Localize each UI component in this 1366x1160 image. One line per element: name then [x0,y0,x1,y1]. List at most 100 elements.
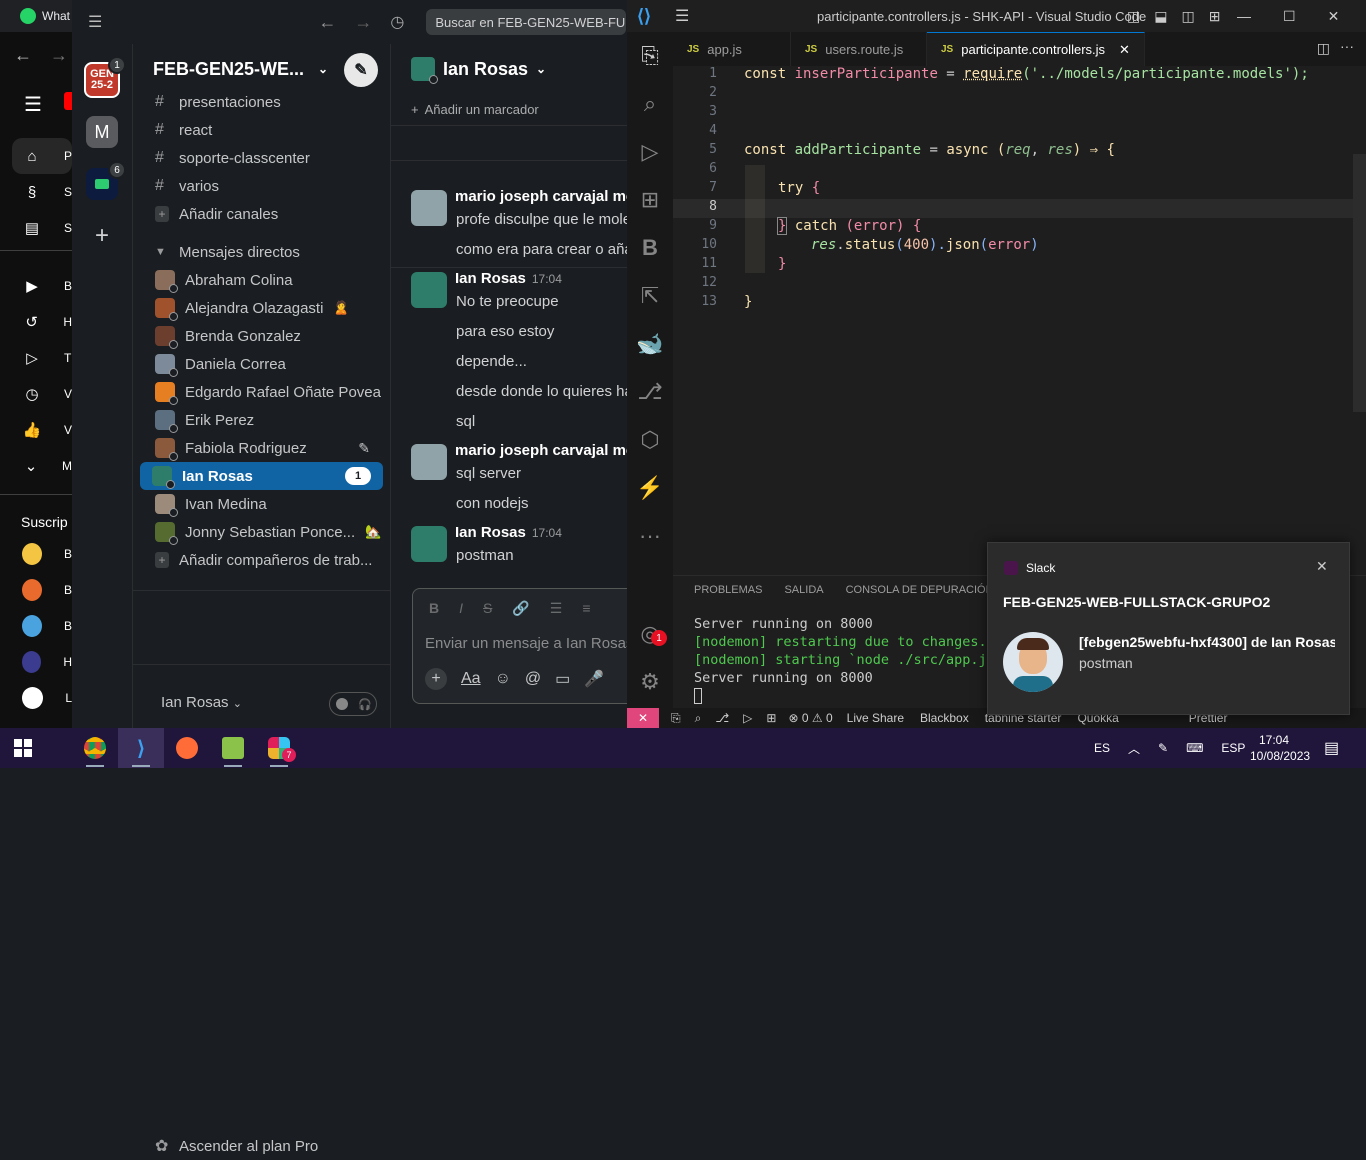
slack-app[interactable]: 7 [256,728,302,768]
close-icon[interactable]: ✕ [1328,8,1340,25]
chat-header[interactable]: Ian Rosas ⌄ [391,44,627,94]
italic-icon[interactable]: I [459,600,463,617]
explorer-icon[interactable]: ⎘ [627,32,673,80]
tab-participante-controllers[interactable]: JS participante.controllers.js ✕ [927,32,1145,66]
subscription-item[interactable]: L [0,680,72,716]
plus-icon[interactable]: + [425,668,447,690]
dm-item[interactable]: Jonny Sebastian Ponce... 🏡 [133,518,390,546]
workspace-header[interactable]: FEB-GEN25-WE... ⌄ ✎ [133,44,390,94]
keyboard-icon[interactable]: ⌨ [1186,741,1203,755]
yt-history[interactable]: ↺ H [0,304,72,340]
dm-section-header[interactable]: ▼ Mensajes directos [133,238,390,266]
settings-gear-icon[interactable]: ⚙ [627,658,673,706]
docker-icon[interactable]: 🐋 [627,320,673,368]
mention-icon[interactable]: @ [525,670,541,688]
bold-icon[interactable]: B [429,600,439,617]
back-arrow-icon[interactable]: ← [14,45,32,66]
tab-output[interactable]: SALIDA [784,584,823,596]
dm-item[interactable]: Erik Perez [133,406,390,434]
search-icon[interactable]: ⌕ [695,711,702,726]
split-editor-icon[interactable]: ◫ [1317,40,1330,57]
bookmark-bar[interactable]: + Añadir un marcador [391,94,627,126]
remote-icon[interactable]: ✕ [627,708,659,728]
editor-scrollbar[interactable] [1353,154,1366,412]
search-icon[interactable]: ⌕ [627,80,673,128]
message-author[interactable]: mario joseph carvajal mel [455,188,627,205]
link-icon[interactable]: 🔗 [512,600,529,617]
clock[interactable]: 17:04 10/08/2023 [1250,732,1310,764]
pen-icon[interactable]: ✎ [1158,741,1168,755]
tab-debug-console[interactable]: CONSOLA DE DEPURACIÓN [846,584,994,596]
customize-layout-icon[interactable]: ⊞ [1209,8,1221,25]
message-author[interactable]: mario joseph carvajal mel [455,442,627,459]
yt-nav-shorts[interactable]: § S [0,174,72,210]
add-workspace-icon[interactable]: + [86,220,118,252]
chrome-app[interactable] [72,728,118,768]
add-coworkers-button[interactable]: + Añadir compañeros de trab... [133,546,390,574]
message-author[interactable]: Ian Rosas [455,524,526,541]
subscription-item[interactable]: B [0,572,72,608]
formatting-icon[interactable]: Aa [461,670,481,688]
dm-item[interactable]: Fabiola Rodriguez ✎ [133,434,390,462]
history-icon[interactable]: ◷ [390,12,404,32]
search-input[interactable]: Buscar en FEB-GEN25-WEB-FU [426,9,627,35]
subscription-item[interactable]: B [0,608,72,644]
minimize-icon[interactable]: — [1237,8,1251,25]
channel-item[interactable]: # react [133,116,390,144]
maximize-icon[interactable]: ☐ [1283,8,1296,25]
run-icon[interactable]: ▷ [743,711,752,726]
slack-notification[interactable]: Slack ✕ FEB-GEN25-WEB-FULLSTACK-GRUPO2 [… [987,542,1350,715]
live-share-status[interactable]: Live Share [847,711,904,725]
menu-icon[interactable]: ☰ [675,6,689,26]
ordered-list-icon[interactable]: ☰ [550,600,563,617]
blackbox-status[interactable]: Blackbox [920,711,969,725]
hamburger-icon[interactable]: ☰ [88,12,102,32]
yt-nav-home[interactable]: ⌂ P [12,138,72,174]
back-arrow-icon[interactable]: ← [318,12,336,33]
message-input[interactable]: Enviar un mensaje a Ian Rosas [413,617,651,652]
branch-icon[interactable]: ⎇ [715,711,729,726]
keyboard-layout[interactable]: ESP [1221,741,1245,755]
forward-arrow-icon[interactable]: → [354,12,372,33]
yt-library[interactable]: ▶ B [0,268,72,304]
run-debug-icon[interactable]: ▷ [627,128,673,176]
yt-liked[interactable]: 👍 V [0,412,72,448]
menu-icon[interactable]: ☰ [24,92,42,117]
subscription-item[interactable]: B [0,536,72,572]
channel-item[interactable]: # varios [133,172,390,200]
tab-app-js[interactable]: JS app.js [673,32,791,66]
user-menu[interactable]: Ian Rosas ⌄ [161,694,242,711]
huddle-toggle[interactable]: 🎧 [329,692,377,716]
yt-show-more[interactable]: ⌄ M [0,448,72,484]
more-icon[interactable]: ··· [627,512,673,560]
extensions-icon[interactable]: ⊞ [766,711,776,726]
subscription-item[interactable]: H [0,644,72,680]
message-author[interactable]: Ian Rosas [455,270,526,287]
copy-icon[interactable]: ⎘ [671,711,681,726]
bullet-list-icon[interactable]: ≡ [582,600,590,617]
blackbox-icon[interactable]: B [627,224,673,272]
thunder-client-icon[interactable]: ⚡ [627,464,673,512]
upgrade-button[interactable]: ✿ Ascender al plan Pro [133,1132,391,1160]
close-icon[interactable]: ✕ [1316,558,1328,575]
code-editor[interactable]: 1 2 3 4 5 6 7 8 9 10 11 12 13 const inse… [673,66,1366,566]
live-share-icon[interactable]: ⇱ [627,272,673,320]
extensions-icon[interactable]: ⊞ [627,176,673,224]
toggle-panel-icon[interactable]: ⬓ [1154,8,1167,25]
emoji-icon[interactable]: ☺ [495,670,511,688]
close-tab-icon[interactable]: ✕ [1119,42,1130,58]
yt-watch-later[interactable]: ◷ V [0,376,72,412]
dm-item[interactable]: Daniela Correa [133,350,390,378]
forward-arrow-icon[interactable]: → [50,45,68,66]
yt-nav-subscriptions[interactable]: ▤ S [0,210,72,246]
testing-icon[interactable]: ⬡ [627,416,673,464]
dm-item[interactable]: Ivan Medina [133,490,390,518]
dm-item[interactable]: Brenda Gonzalez [133,322,390,350]
channel-item[interactable]: # soporte-classcenter [133,144,390,172]
toggle-secondary-icon[interactable]: ◫ [1181,8,1194,25]
toggle-sidebar-icon[interactable]: ◫ [1127,8,1140,25]
dm-item[interactable]: Edgardo Rafael Oñate Povea [133,378,390,406]
microphone-icon[interactable]: 🎤 [584,669,604,689]
start-button[interactable] [0,728,46,768]
dm-item[interactable]: Alejandra Olazagasti 🙎 [133,294,390,322]
